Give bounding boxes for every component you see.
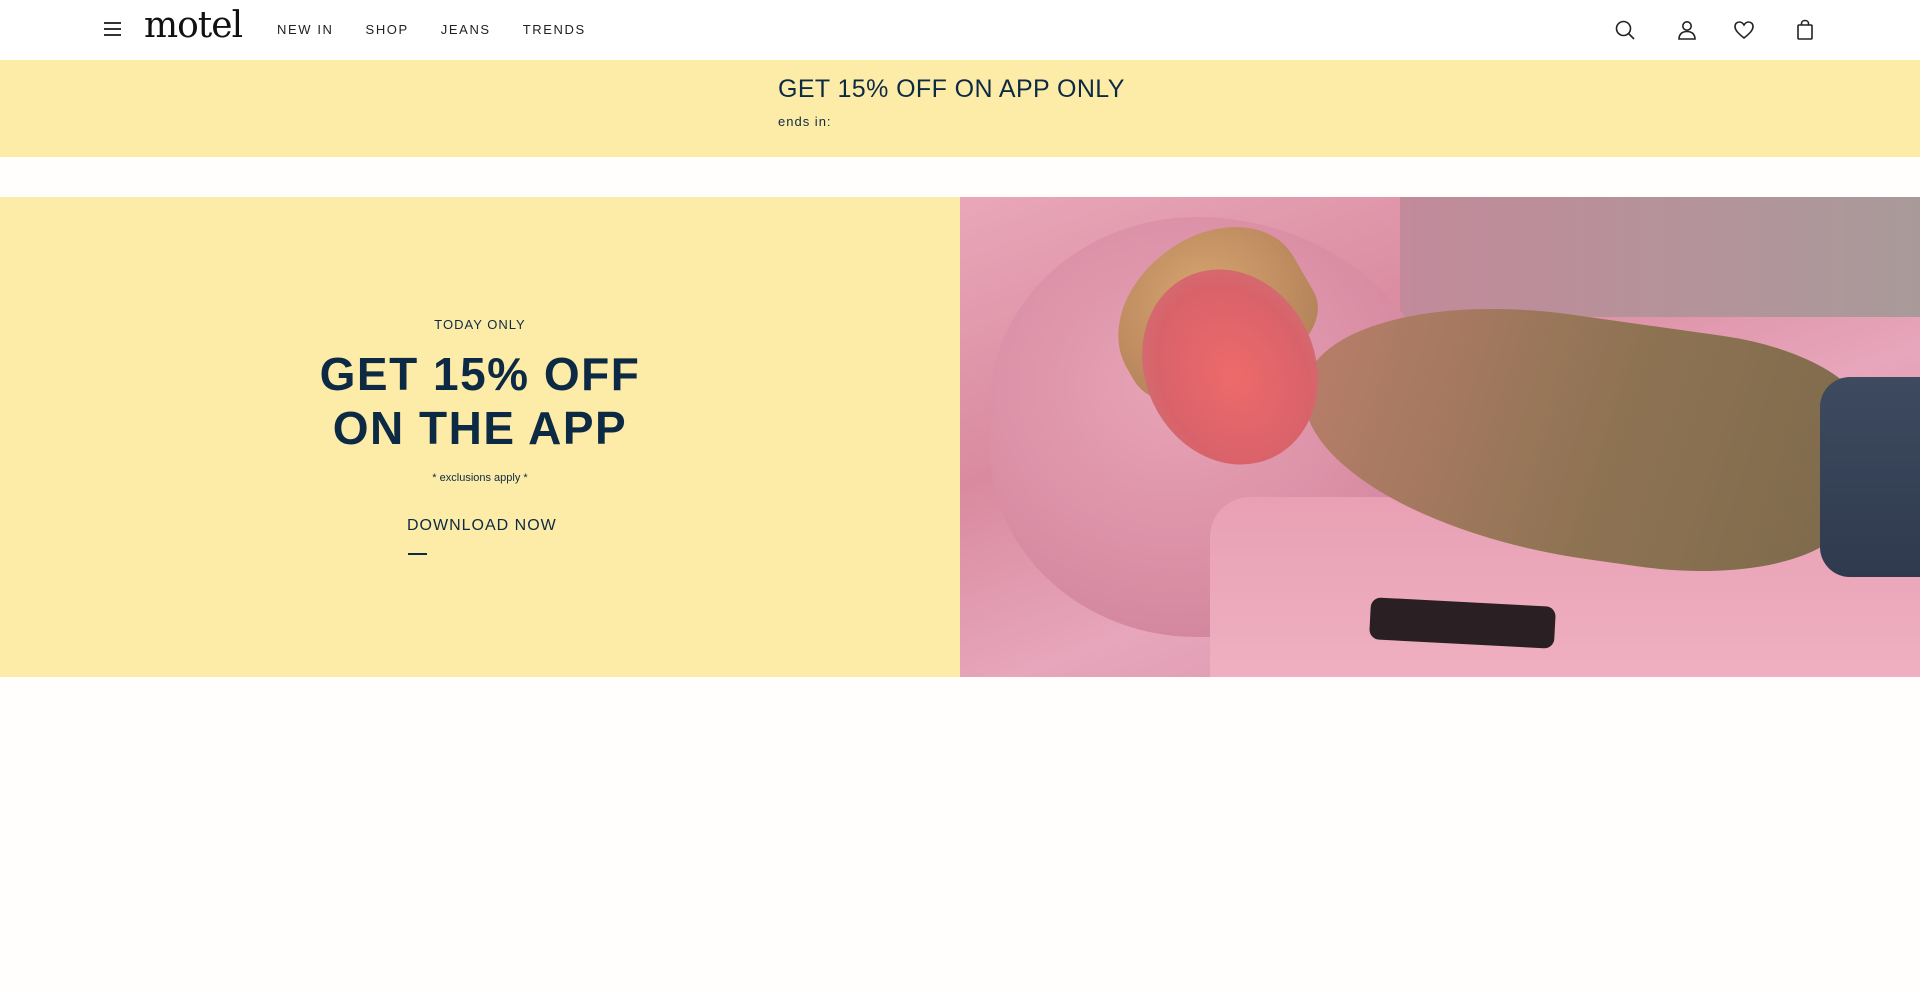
site-header: motel NEW IN SHOP JEANS TRENDS xyxy=(0,0,1920,60)
download-now-link[interactable]: DOWNLOAD NOW xyxy=(407,517,557,535)
bag-icon[interactable] xyxy=(1793,18,1817,42)
hero-eyebrow: TODAY ONLY xyxy=(434,317,526,332)
image-model-jeans xyxy=(1820,377,1920,577)
promo-banner: GET 15% OFF ON APP ONLY ends in: xyxy=(0,60,1920,157)
hero-disclaimer: * exclusions apply * xyxy=(432,472,528,484)
promo-title: GET 15% OFF ON APP ONLY xyxy=(778,75,1125,103)
hero-image[interactable] xyxy=(960,197,1920,677)
wishlist-heart-icon[interactable] xyxy=(1732,18,1756,42)
hero-headline-line1: GET 15% OFF xyxy=(319,348,641,400)
hero-text-panel: TODAY ONLY GET 15% OFF ON THE APP * excl… xyxy=(0,197,960,677)
hero-headline: GET 15% OFF ON THE APP xyxy=(0,347,960,455)
countdown-label: ends in: xyxy=(778,114,832,129)
cta-underline xyxy=(408,553,427,555)
hero-headline-line2: ON THE APP xyxy=(332,402,628,454)
account-icon[interactable] xyxy=(1675,18,1699,42)
image-background xyxy=(1400,197,1920,317)
search-icon[interactable] xyxy=(1613,18,1637,42)
header-icons xyxy=(0,18,1920,42)
